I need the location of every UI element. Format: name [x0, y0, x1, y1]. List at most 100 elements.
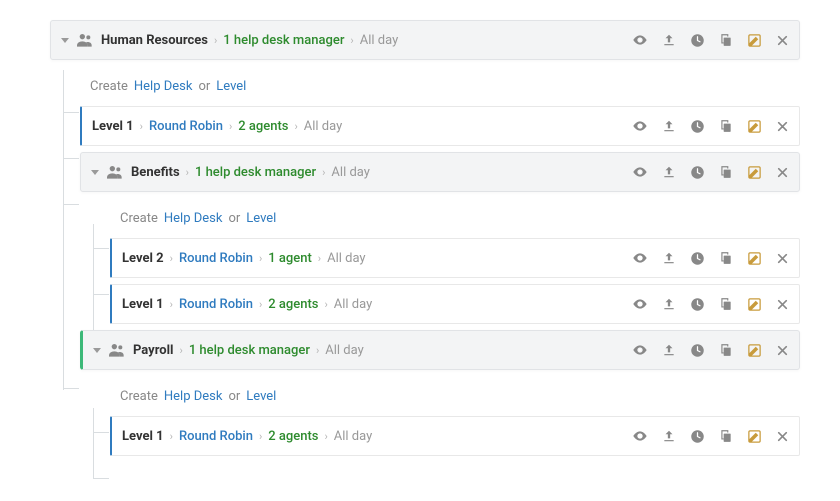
schedule-label: All day — [304, 119, 343, 134]
edit-icon[interactable] — [747, 251, 762, 266]
create-label: Create — [90, 79, 128, 94]
create-row: Create Help Desk or Level — [110, 198, 800, 238]
duplicate-icon[interactable] — [719, 297, 733, 311]
delete-icon[interactable] — [776, 430, 789, 443]
level-row[interactable]: Level 2›Round Robin›1 agent›All day — [110, 238, 800, 278]
dept-name: Human Resources — [101, 33, 208, 48]
dept-name: Benefits — [131, 165, 180, 180]
separator: › — [294, 120, 297, 133]
duplicate-icon[interactable] — [719, 165, 733, 179]
level-row[interactable]: Level 1›Round Robin›2 agents›All day — [110, 284, 800, 324]
duplicate-icon[interactable] — [719, 33, 733, 47]
schedule-label: All day — [334, 297, 373, 312]
manager-count[interactable]: 1 help desk manager — [189, 343, 310, 358]
delete-icon[interactable] — [776, 344, 789, 357]
duplicate-icon[interactable] — [719, 429, 733, 443]
visibility-icon[interactable] — [632, 164, 648, 180]
visibility-icon[interactable] — [632, 32, 648, 48]
schedule-label: All day — [360, 33, 399, 48]
or-label: or — [228, 211, 240, 226]
level-name: Level 2 — [122, 251, 164, 266]
separator: › — [229, 120, 232, 133]
separator: › — [170, 430, 173, 443]
or-label: or — [228, 389, 240, 404]
visibility-icon[interactable] — [632, 428, 648, 444]
create-level-link[interactable]: Level — [246, 211, 276, 226]
visibility-icon[interactable] — [632, 342, 648, 358]
move-up-icon[interactable] — [662, 251, 676, 265]
expand-caret-icon[interactable] — [93, 348, 101, 353]
separator: › — [259, 252, 262, 265]
schedule-icon[interactable] — [690, 343, 705, 358]
delete-icon[interactable] — [776, 120, 789, 133]
delete-icon[interactable] — [776, 34, 789, 47]
schedule-icon[interactable] — [690, 165, 705, 180]
level-name: Level 1 — [122, 429, 164, 444]
separator: › — [324, 298, 327, 311]
visibility-icon[interactable] — [632, 296, 648, 312]
level-name: Level 1 — [122, 297, 164, 312]
separator: › — [214, 34, 217, 47]
duplicate-icon[interactable] — [719, 119, 733, 133]
assignment-type[interactable]: Round Robin — [179, 251, 253, 266]
visibility-icon[interactable] — [632, 118, 648, 134]
agent-count[interactable]: 2 agents — [238, 119, 288, 134]
move-up-icon[interactable] — [662, 33, 676, 47]
schedule-icon[interactable] — [690, 429, 705, 444]
users-icon — [77, 33, 93, 47]
expand-caret-icon[interactable] — [91, 170, 99, 175]
edit-icon[interactable] — [747, 297, 762, 312]
edit-icon[interactable] — [747, 119, 762, 134]
separator: › — [318, 252, 321, 265]
schedule-icon[interactable] — [690, 251, 705, 266]
separator: › — [322, 166, 325, 179]
expand-caret-icon[interactable] — [61, 38, 69, 43]
duplicate-icon[interactable] — [719, 343, 733, 357]
schedule-label: All day — [325, 343, 364, 358]
create-helpdesk-link[interactable]: Help Desk — [164, 389, 223, 404]
move-up-icon[interactable] — [662, 429, 676, 443]
create-level-link[interactable]: Level — [246, 389, 276, 404]
edit-icon[interactable] — [747, 165, 762, 180]
visibility-icon[interactable] — [632, 250, 648, 266]
separator: › — [186, 166, 189, 179]
assignment-type[interactable]: Round Robin — [179, 429, 253, 444]
move-up-icon[interactable] — [662, 343, 676, 357]
create-row: Create Help Desk or Level — [80, 66, 800, 106]
level-name: Level 1 — [92, 119, 134, 134]
users-icon — [107, 165, 123, 179]
create-level-link[interactable]: Level — [216, 79, 246, 94]
schedule-label: All day — [334, 429, 373, 444]
move-up-icon[interactable] — [662, 165, 676, 179]
create-label: Create — [120, 211, 158, 226]
level-row[interactable]: Level 1›Round Robin›2 agents›All day — [80, 106, 800, 146]
move-up-icon[interactable] — [662, 119, 676, 133]
schedule-icon[interactable] — [690, 33, 705, 48]
create-helpdesk-link[interactable]: Help Desk — [134, 79, 193, 94]
duplicate-icon[interactable] — [719, 251, 733, 265]
agent-count[interactable]: 2 agents — [268, 297, 318, 312]
schedule-icon[interactable] — [690, 297, 705, 312]
level-row[interactable]: Level 1›Round Robin›2 agents›All day — [110, 416, 800, 456]
delete-icon[interactable] — [776, 252, 789, 265]
agent-count[interactable]: 1 agent — [268, 251, 312, 266]
dept-row-hr[interactable]: Human Resources › 1 help desk manager › All … — [50, 20, 800, 60]
move-up-icon[interactable] — [662, 297, 676, 311]
create-label: Create — [120, 389, 158, 404]
delete-icon[interactable] — [776, 166, 789, 179]
delete-icon[interactable] — [776, 298, 789, 311]
dept-row-benefits[interactable]: Benefits›1 help desk manager›All day — [80, 152, 800, 192]
manager-count[interactable]: 1 help desk manager — [223, 33, 344, 48]
assignment-type[interactable]: Round Robin — [149, 119, 223, 134]
edit-icon[interactable] — [747, 343, 762, 358]
schedule-icon[interactable] — [690, 119, 705, 134]
agent-count[interactable]: 2 agents — [268, 429, 318, 444]
separator: › — [259, 298, 262, 311]
dept-row-payroll[interactable]: Payroll›1 help desk manager›All day — [80, 330, 800, 370]
edit-icon[interactable] — [747, 33, 762, 48]
manager-count[interactable]: 1 help desk manager — [195, 165, 316, 180]
assignment-type[interactable]: Round Robin — [179, 297, 253, 312]
separator: › — [350, 34, 353, 47]
create-helpdesk-link[interactable]: Help Desk — [164, 211, 223, 226]
edit-icon[interactable] — [747, 429, 762, 444]
